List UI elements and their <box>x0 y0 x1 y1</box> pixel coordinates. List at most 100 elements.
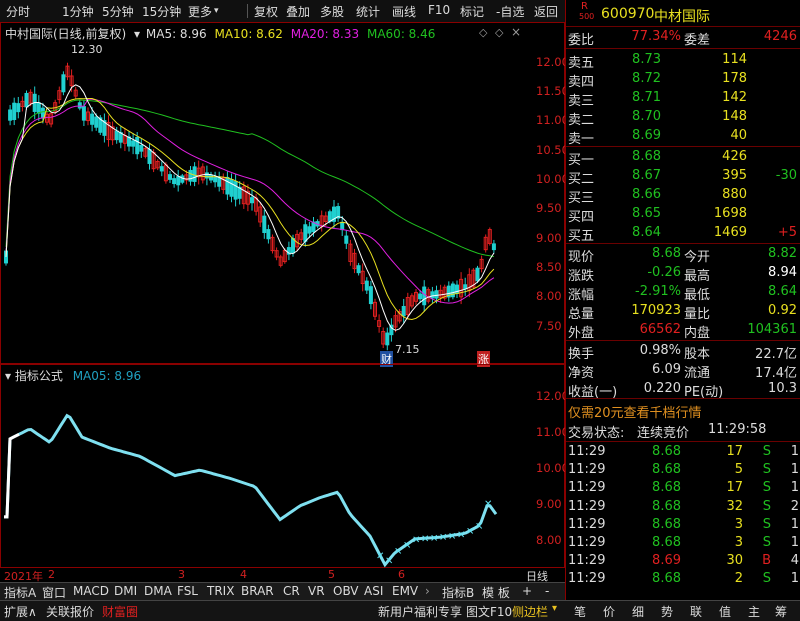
ask-row[interactable]: 卖二 8.70 148 <box>566 108 800 128</box>
tab-scroll-right-icon[interactable]: › <box>425 584 430 598</box>
stat-label: 总量 <box>568 307 595 322</box>
expand-button[interactable]: 扩展∧ <box>4 603 37 620</box>
tongji-button[interactable]: 统计 <box>356 3 380 20</box>
candle-body <box>401 305 406 317</box>
diejia-button[interactable]: 叠加 <box>286 3 310 20</box>
tab-window[interactable]: 窗口 <box>42 584 66 601</box>
bid-row[interactable]: 买三 8.66 880 <box>566 186 800 206</box>
tab-bi[interactable]: 笔 <box>574 603 586 620</box>
tab-xi[interactable]: 细 <box>632 603 644 620</box>
tab-vr[interactable]: VR <box>308 584 325 598</box>
bid-price: 8.68 <box>632 149 661 164</box>
ask-row[interactable]: 卖四 8.72 178 <box>566 70 800 90</box>
f10-button[interactable]: F10 <box>428 3 450 17</box>
candle-body <box>262 215 267 233</box>
bid-row[interactable]: 买四 8.65 1698 <box>566 205 800 225</box>
trade-status: 连续竞价 <box>637 426 690 441</box>
chevron-down-icon[interactable]: ▾ <box>214 6 219 16</box>
candle-body <box>475 267 480 282</box>
bid-label: 买四 <box>568 210 595 225</box>
r-sub-label: 500 <box>579 12 595 21</box>
tab-15min[interactable]: 15分钟 <box>142 3 181 20</box>
bid-row[interactable]: 买一 8.68 426 <box>566 148 800 168</box>
wealth-circle-button[interactable]: 财富圈 <box>102 603 138 620</box>
add-window-button[interactable]: + <box>522 584 532 598</box>
huaxian-button[interactable]: 画线 <box>392 3 416 20</box>
ma-selector-icon[interactable]: ▾ <box>134 27 140 41</box>
duogu-button[interactable]: 多股 <box>320 3 344 20</box>
tab-1min[interactable]: 1分钟 <box>62 3 94 20</box>
ask-row[interactable]: 卖五 8.73 114 <box>566 51 800 71</box>
tab-dmi[interactable]: DMI <box>114 584 137 598</box>
tab-asi[interactable]: ASI <box>364 584 383 598</box>
tab-macd[interactable]: MACD <box>73 584 109 598</box>
candle-body <box>327 211 332 222</box>
tab-indicator-b[interactable]: 指标B <box>442 584 474 601</box>
tab-trix[interactable]: TRIX <box>207 584 234 598</box>
tab-fsl[interactable]: FSL <box>177 584 198 598</box>
promo-text[interactable]: 仅需20元查看千档行情 <box>568 402 702 421</box>
ind-y-label: 12.00 <box>536 389 569 403</box>
f10-graphic-button[interactable]: 图文F10 <box>466 603 512 620</box>
tab-jia[interactable]: 价 <box>603 603 615 620</box>
tab-dma[interactable]: DMA <box>144 584 172 598</box>
related-quotes-button[interactable]: 关联报价 <box>46 603 94 620</box>
trade-row: 11:29 8.68 3 S 1 <box>566 534 800 553</box>
ask-price: 8.71 <box>632 90 661 105</box>
ask-row[interactable]: 卖一 8.69 40 <box>566 127 800 147</box>
trade-count: 1 <box>790 462 799 478</box>
bid-volume: 880 <box>722 187 747 202</box>
settings-icon[interactable]: ◇ <box>495 26 503 39</box>
trade-time: 11:29 <box>568 571 606 587</box>
new-user-promo[interactable]: 新用户福利专享 <box>378 603 462 620</box>
tab-indicator-a[interactable]: 指标A <box>4 584 36 601</box>
sidebar-button[interactable]: 侧边栏 <box>512 603 548 620</box>
tab-emv[interactable]: EMV <box>392 584 418 598</box>
more-menu[interactable]: 更多 <box>188 3 212 20</box>
chart-legend: 中村国际(日线,前复权) ▾ MA5: 8.96 MA10: 8.62 MA20… <box>5 25 435 42</box>
tab-brar[interactable]: BRAR <box>241 584 274 598</box>
bid-row[interactable]: 买五 8.64 1469 +5 <box>566 224 800 244</box>
bid-row[interactable]: 买二 8.67 395 -30 <box>566 167 800 187</box>
fuquan-button[interactable]: 复权 <box>254 3 278 20</box>
diamond-icon[interactable]: ◇ <box>479 26 487 39</box>
tab-fenshi[interactable]: 分时 <box>6 3 30 20</box>
close-icon[interactable]: × <box>511 25 521 39</box>
trade-side: S <box>762 571 771 587</box>
trade-volume: 2 <box>734 571 743 587</box>
remove-window-button[interactable]: - <box>545 584 549 598</box>
stat-value: 10.3 <box>768 381 797 396</box>
tab-chou[interactable]: 筹 <box>775 603 787 620</box>
promo-row[interactable]: 仅需20元查看千档行情 <box>566 401 800 421</box>
indicator-title[interactable]: 指标公式 <box>15 369 63 383</box>
zixuan-button[interactable]: -自选 <box>496 3 524 20</box>
candle-body <box>147 149 152 164</box>
tab-template[interactable]: 模 板 <box>482 584 510 601</box>
ma5-line <box>5 84 495 331</box>
ask-row[interactable]: 卖三 8.71 142 <box>566 89 800 109</box>
candle-body <box>491 243 496 251</box>
chevron-down-icon[interactable]: ▾ <box>552 603 557 614</box>
indicator-collapse-icon[interactable]: ▾ <box>5 369 11 383</box>
tab-5min[interactable]: 5分钟 <box>102 3 134 20</box>
trade-time: 11:29 <box>568 516 606 532</box>
ask-price: 8.72 <box>632 71 661 86</box>
candle-body <box>159 166 164 172</box>
tab-zhu[interactable]: 主 <box>748 603 760 620</box>
indicator-chart[interactable]: ✕ ✕ ✕ ✕ ✕ ✕ ✕ ✕ ✕ ✕ ✕ ✕ ✕ ▾ 指标公式 MA05: 8.96 12.00 11… <box>0 364 569 568</box>
kline-chart[interactable]: 中村国际(日线,前复权) ▾ MA5: 8.96 MA10: 8.62 MA20… <box>0 22 569 367</box>
trade-count: 1 <box>790 480 799 496</box>
trade-price: 8.68 <box>652 498 681 514</box>
tab-obv[interactable]: OBV <box>333 584 359 598</box>
back-button[interactable]: 返回 <box>534 3 558 20</box>
tab-zhi[interactable]: 值 <box>719 603 731 620</box>
biaoji-button[interactable]: 标记 <box>460 3 484 20</box>
tab-cr[interactable]: CR <box>283 584 300 598</box>
weibi-row: 委比 77.34% 委差 4246 <box>568 29 797 48</box>
trade-row: 11:29 8.68 32 S 2 <box>566 498 800 517</box>
candle-body <box>139 144 144 152</box>
stat-value: 17.4亿 <box>755 366 797 381</box>
tab-lian[interactable]: 联 <box>690 603 702 620</box>
tab-shi[interactable]: 势 <box>661 603 673 620</box>
ask-label: 卖四 <box>568 75 595 90</box>
